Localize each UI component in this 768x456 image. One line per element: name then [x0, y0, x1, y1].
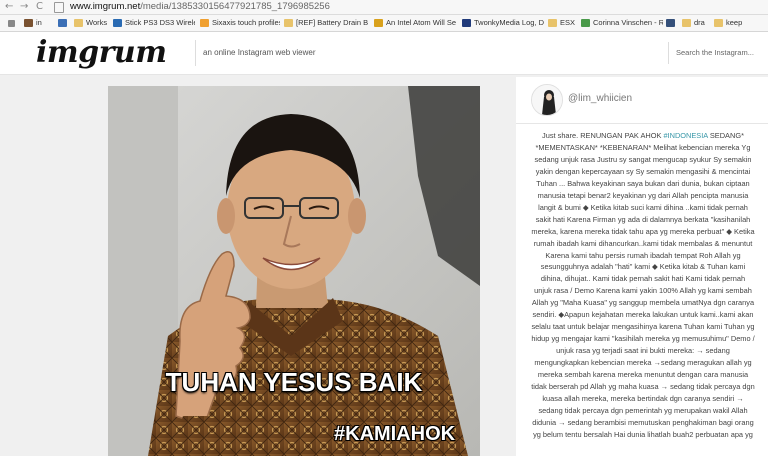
bookmark-in[interactable]: in: [24, 17, 54, 29]
hashtag-link[interactable]: #INDONESIA: [663, 131, 707, 140]
folder-icon: [284, 19, 293, 28]
reload-icon[interactable]: C: [36, 1, 43, 13]
user-avatar[interactable]: [531, 84, 563, 116]
bookmark-battery-drain[interactable]: [REF] Battery Drain Bu: [284, 17, 368, 29]
avatar-silhouette-icon: [532, 85, 562, 115]
bookmark-keep[interactable]: keep: [714, 17, 754, 29]
bookmark-stick-ps3[interactable]: Stick PS3 DS3 Wirele:: [113, 17, 195, 29]
bookmark-favicon: [581, 19, 590, 28]
site-logo[interactable]: imgrum: [36, 35, 167, 71]
portrait-illustration: [108, 86, 480, 456]
search-placeholder: Search the Instagram...: [676, 48, 754, 57]
back-icon[interactable]: ←: [5, 1, 13, 13]
bookmark-sixaxis[interactable]: Sixaxis touch profiles: [200, 17, 280, 29]
bookmark-favicon: [24, 19, 33, 28]
bookmark-apps[interactable]: [8, 17, 22, 29]
post-description: Just share. RENUNGAN PAK AHOK #INDONESIA…: [531, 131, 755, 439]
bookmark-works[interactable]: Works: [74, 17, 112, 29]
bookmark-esx[interactable]: ESX: [548, 17, 578, 29]
folder-icon: [548, 19, 557, 28]
t-icon: [58, 19, 67, 28]
browser-address-bar: ← → C www.imgrum.net/media/1385330156477…: [0, 0, 768, 15]
bookmark-dra[interactable]: dra: [682, 17, 712, 29]
url-field[interactable]: www.imgrum.net/media/1385330156477921785…: [70, 1, 330, 13]
image-caption-hashtag: #KAMIAHOK: [334, 423, 456, 445]
bookmark-favicon: [666, 19, 675, 28]
url-path: /media/1385330156477921785_1796985256: [140, 1, 330, 12]
username-link[interactable]: @lim_whiicien: [568, 93, 632, 104]
apps-icon: [8, 19, 15, 27]
bookmark-corinna[interactable]: Corinna Vinschen - R: [581, 17, 663, 29]
bookmark-favicon: [200, 19, 209, 28]
user-header: @lim_whiicien: [516, 77, 768, 124]
folder-icon: [74, 19, 83, 28]
bookmarks-bar: in Works Stick PS3 DS3 Wirele: Sixaxis t…: [0, 15, 768, 32]
folder-icon: [714, 19, 723, 28]
search-input[interactable]: Search the Instagram...: [668, 42, 768, 64]
header-divider: [195, 40, 196, 66]
post-image[interactable]: TUHAN YESUS BAIK #KAMIAHOK: [108, 86, 480, 456]
image-caption-main: TUHAN YESUS BAIK: [165, 367, 423, 397]
bookmark-t[interactable]: [58, 17, 72, 29]
bookmark-favicon: [462, 19, 471, 28]
bookmark-twonkymedia[interactable]: TwonkyMedia Log, Di: [462, 17, 544, 29]
bookmark-intel-atom[interactable]: An Intel Atom Will Se: [374, 17, 458, 29]
bookmark-favicon: [113, 19, 122, 28]
bookmark-image[interactable]: [666, 17, 678, 29]
page-icon: [54, 2, 64, 13]
url-host: www.imgrum.net: [70, 1, 141, 12]
post-details-panel: @lim_whiicien Just share. RENUNGAN PAK A…: [516, 77, 768, 456]
site-tagline: an online Instagram web viewer: [203, 48, 316, 57]
forward-icon[interactable]: →: [20, 1, 28, 13]
folder-icon: [682, 19, 691, 28]
bookmark-favicon: [374, 19, 383, 28]
